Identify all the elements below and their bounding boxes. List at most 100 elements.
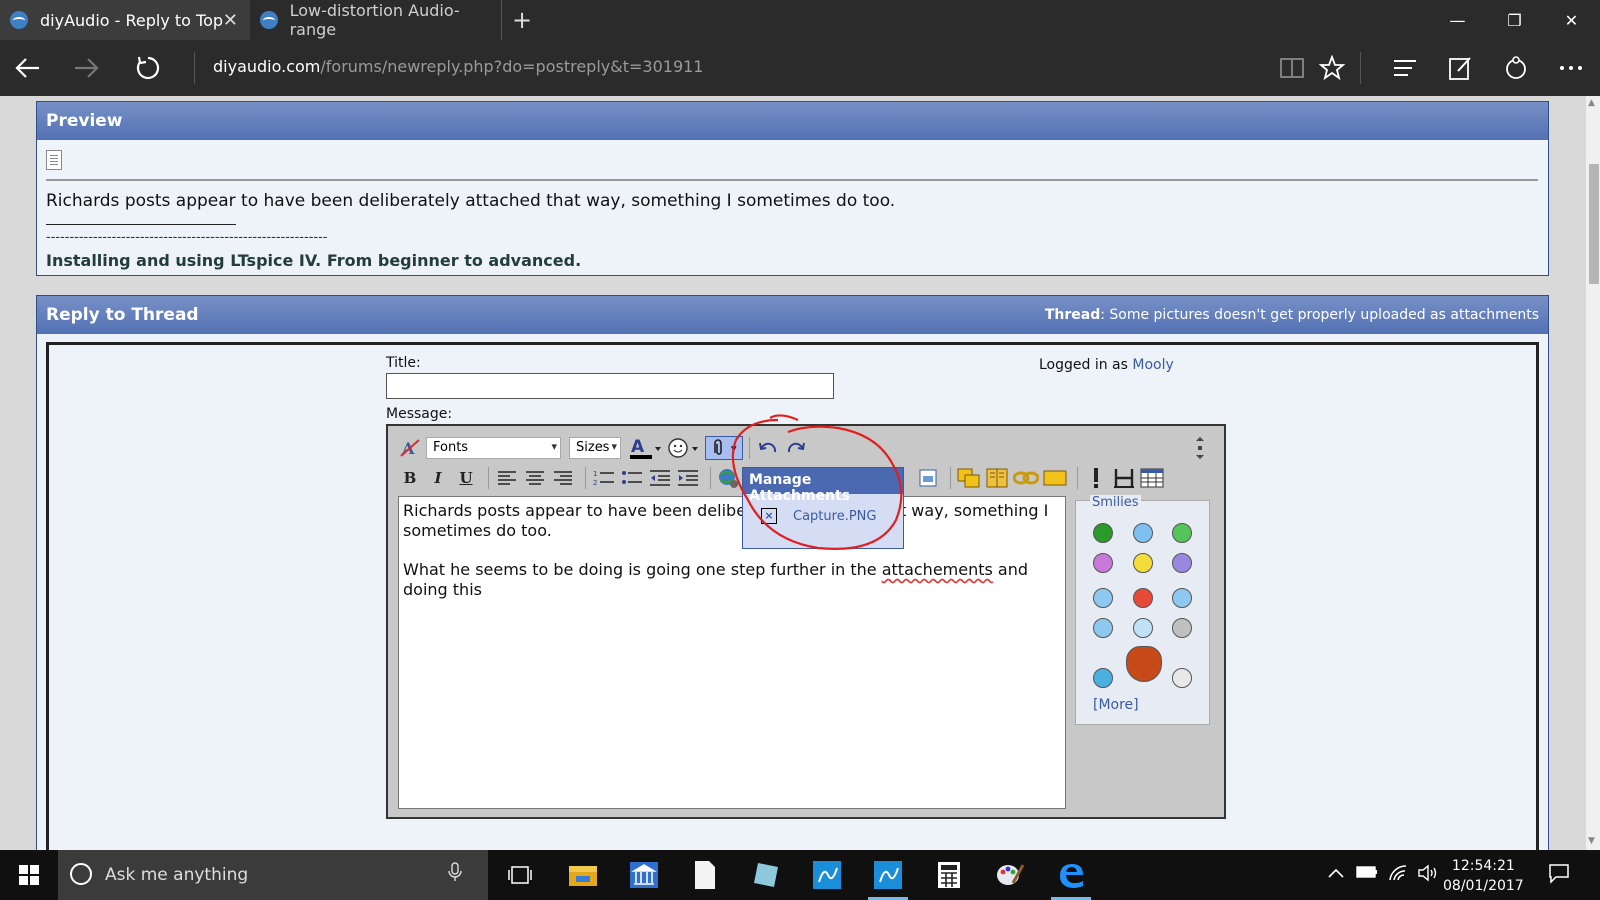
toolbar-separator: [488, 467, 489, 489]
smiley-green-icon[interactable]: [1093, 523, 1113, 543]
quote-icon[interactable]: [957, 466, 981, 490]
outdent-icon[interactable]: [648, 466, 672, 490]
refresh-button[interactable]: [130, 50, 166, 86]
close-window-button[interactable]: ✕: [1543, 0, 1600, 40]
hub-icon[interactable]: [1390, 52, 1420, 84]
file-explorer-icon[interactable]: [563, 855, 603, 895]
insert-table-icon[interactable]: [1140, 466, 1164, 490]
username-link[interactable]: Mooly: [1132, 357, 1173, 373]
taskbar-clock[interactable]: 12:54:21 08/01/2017: [1443, 856, 1524, 896]
more-smilies-link[interactable]: [More]: [1093, 697, 1139, 713]
scroll-down-icon[interactable]: ▼: [1588, 836, 1595, 846]
smiley-grin-icon[interactable]: [1172, 523, 1192, 543]
back-button[interactable]: [10, 50, 46, 86]
php-box-icon[interactable]: [1043, 466, 1067, 490]
calculator-icon[interactable]: [929, 855, 969, 895]
bold-button[interactable]: B: [398, 466, 422, 490]
smiley-blue-icon[interactable]: [1093, 668, 1113, 688]
smilies-box: Smilies [More]: [1075, 495, 1210, 725]
remove-format-icon[interactable]: A: [398, 436, 422, 460]
forward-arrow-icon: [75, 58, 99, 78]
smiley-cool-icon[interactable]: [1093, 618, 1113, 638]
show-hidden-icons-icon[interactable]: [1328, 864, 1344, 883]
task-view-icon[interactable]: [500, 855, 540, 895]
size-select[interactable]: Sizes: [569, 437, 621, 459]
unordered-list-icon[interactable]: [620, 466, 644, 490]
tab-low-distortion[interactable]: Low-distortion Audio-range: [252, 0, 502, 40]
favorite-star-icon[interactable]: [1317, 52, 1347, 84]
warning-mark-icon[interactable]: [1084, 466, 1108, 490]
align-center-icon[interactable]: [523, 466, 547, 490]
edge-browser-icon[interactable]: [1051, 855, 1091, 900]
tab-label: Low-distortion Audio-range: [289, 1, 460, 39]
smiley-wink-icon[interactable]: [1133, 523, 1153, 543]
ordered-list-icon[interactable]: 12: [592, 466, 616, 490]
scrollbar-thumb[interactable]: [1589, 164, 1599, 284]
microphone-icon[interactable]: [448, 862, 462, 887]
reading-view-icon[interactable]: [1277, 52, 1307, 84]
restore-button[interactable]: ❐: [1486, 0, 1543, 40]
library-app-icon[interactable]: [624, 855, 664, 895]
reply-header: Reply to Thread Thread: Some pictures do…: [37, 296, 1548, 334]
url-field[interactable]: diyaudio.com/forums/newreply.php?do=post…: [213, 57, 703, 76]
start-button[interactable]: [0, 850, 58, 900]
cortana-search-box[interactable]: Ask me anything: [58, 850, 488, 900]
preview-heading: Preview: [37, 102, 1548, 140]
minimize-button[interactable]: —: [1429, 0, 1486, 40]
toggle-editor-size-icon[interactable]: [1188, 436, 1212, 460]
smiley-confused-icon[interactable]: [1093, 588, 1113, 608]
smiley-menu-button[interactable]: [667, 436, 701, 460]
title-input[interactable]: [386, 373, 834, 399]
font-select[interactable]: Fonts: [426, 437, 561, 459]
smiley-tongue-icon[interactable]: [1093, 553, 1113, 573]
scroll-up-icon[interactable]: ▲: [1588, 98, 1595, 108]
text-color-button[interactable]: A: [629, 436, 663, 460]
new-tab-button[interactable]: +: [512, 6, 532, 34]
diyaudio-favicon-icon: [260, 11, 278, 29]
windows-taskbar: Ask me anything 12:54:21 08/01/2017: [0, 850, 1600, 900]
web-note-icon[interactable]: [1446, 52, 1476, 84]
volume-icon[interactable]: [1417, 864, 1439, 886]
preview-message: Richards posts appear to have been delib…: [46, 191, 896, 211]
windows-logo-icon: [19, 865, 39, 885]
message-label: Message:: [386, 406, 453, 422]
action-center-icon[interactable]: [1548, 862, 1570, 888]
logged-in-info: Logged in as Mooly: [1039, 357, 1174, 373]
battery-icon[interactable]: [1356, 864, 1378, 883]
misspelled-word: attachements: [881, 560, 993, 579]
paint-app-icon[interactable]: [990, 855, 1030, 895]
smiley-reindeer-icon[interactable]: [1126, 646, 1162, 682]
italic-button[interactable]: I: [426, 466, 450, 490]
svg-text:A: A: [631, 437, 645, 457]
smiley-sleepy-icon[interactable]: [1172, 618, 1192, 638]
underline-button[interactable]: U: [454, 466, 478, 490]
ltspice-xvii-icon[interactable]: [868, 855, 908, 900]
more-options-icon[interactable]: [1556, 52, 1586, 84]
wifi-icon[interactable]: [1388, 864, 1408, 886]
insert-image-icon[interactable]: [916, 466, 940, 490]
smiley-rolleyes-icon[interactable]: [1172, 588, 1192, 608]
blank-document-icon[interactable]: [685, 855, 725, 895]
horizontal-rule-icon[interactable]: [1112, 466, 1136, 490]
signature-link[interactable]: Installing and using LTspice IV. From be…: [46, 251, 581, 270]
smiley-sad-icon[interactable]: [1172, 553, 1192, 573]
forward-button[interactable]: [68, 50, 104, 86]
indent-icon[interactable]: [676, 466, 700, 490]
smiley-mad-icon[interactable]: [1133, 588, 1153, 608]
smiley-smile-icon[interactable]: [1133, 553, 1153, 573]
notepad-app-icon[interactable]: [746, 855, 786, 895]
code-book-icon[interactable]: [985, 466, 1009, 490]
page-scrollbar[interactable]: ▲ ▼: [1586, 96, 1600, 850]
share-icon[interactable]: [1501, 52, 1531, 84]
smiley-eek-icon[interactable]: [1133, 618, 1153, 638]
chain-link-icon[interactable]: [1013, 466, 1039, 490]
close-tab-icon[interactable]: ✕: [223, 10, 238, 31]
nav-separator: [194, 52, 195, 84]
align-right-icon[interactable]: [551, 466, 575, 490]
tab-diyaudio-reply[interactable]: diyAudio - Reply to Top ✕: [0, 0, 250, 40]
browser-address-bar: diyaudio.com/forums/newreply.php?do=post…: [0, 40, 1600, 96]
align-left-icon[interactable]: [495, 466, 519, 490]
ltspice-iv-icon[interactable]: [807, 855, 847, 895]
diyaudio-favicon-icon: [10, 11, 28, 29]
smiley-dizzy-icon[interactable]: [1172, 668, 1192, 688]
